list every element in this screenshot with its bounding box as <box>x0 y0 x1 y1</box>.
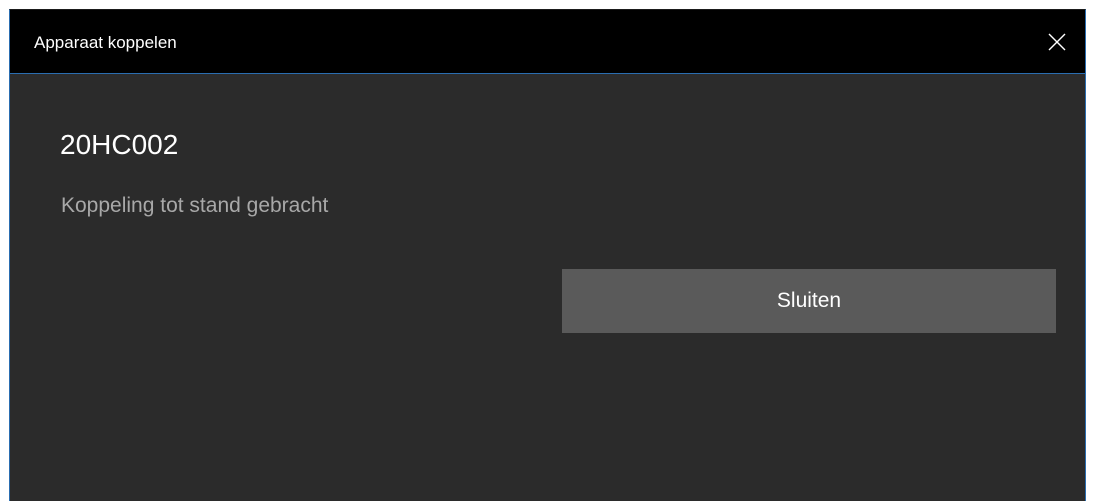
close-button[interactable]: Sluiten <box>562 269 1056 333</box>
window-title: Apparaat koppelen <box>34 33 177 52</box>
close-icon <box>1048 33 1066 50</box>
pairing-dialog: Apparaat koppelen 20HC002 Koppeling tot … <box>9 9 1086 501</box>
title-bar: Apparaat koppelen <box>10 10 1085 74</box>
close-window-button[interactable] <box>1029 10 1085 73</box>
device-name: 20HC002 <box>60 129 179 160</box>
pairing-status: Koppeling tot stand gebracht <box>61 194 329 217</box>
